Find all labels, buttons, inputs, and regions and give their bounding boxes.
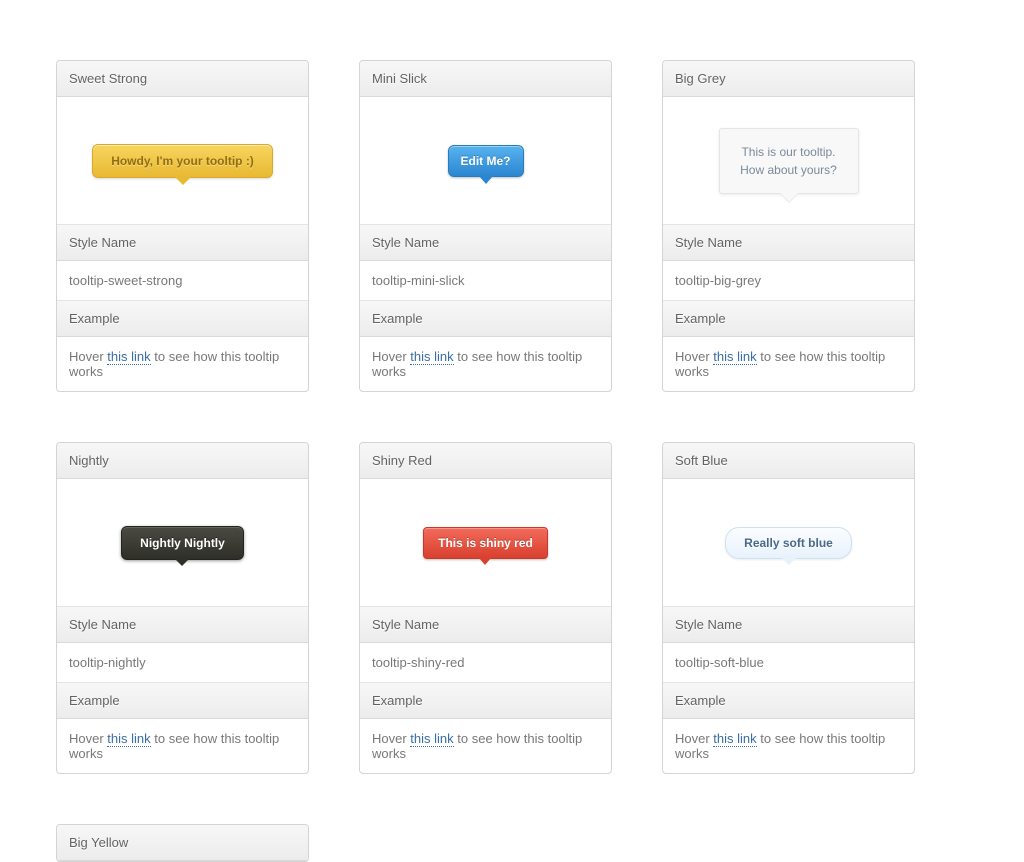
tooltip-arrow-icon: [175, 559, 189, 566]
tooltip-arrow-icon: [479, 558, 491, 565]
example-text-prefix: Hover: [69, 349, 107, 364]
example-body: Hover this link to see how this tooltip …: [360, 719, 611, 773]
style-name-header: Style Name: [360, 225, 611, 261]
tooltip-preview: This is our tooltip. How about yours?: [663, 97, 914, 225]
example-header: Example: [360, 683, 611, 719]
tooltip-preview: Really soft blue: [663, 479, 914, 607]
tooltip-text: Howdy, I'm your tooltip :): [111, 154, 254, 168]
tooltip-text: Really soft blue: [744, 536, 833, 550]
example-link[interactable]: this link: [410, 731, 453, 747]
example-body: Hover this link to see how this tooltip …: [663, 337, 914, 391]
tooltip-card: Mini Slick Edit Me? Style Nametooltip-mini…: [359, 60, 612, 392]
tooltip-arrow-icon: [782, 558, 796, 565]
style-name-value: tooltip-nightly: [57, 643, 308, 683]
example-header: Example: [57, 301, 308, 337]
tooltip-arrow-icon: [175, 177, 191, 185]
example-header: Example: [360, 301, 611, 337]
example-header: Example: [663, 683, 914, 719]
card-title: Big Yellow: [57, 825, 308, 861]
style-name-value: tooltip-soft-blue: [663, 643, 914, 683]
style-name-value: tooltip-sweet-strong: [57, 261, 308, 301]
example-text-prefix: Hover: [675, 731, 713, 746]
tooltip-preview: This is shiny red: [360, 479, 611, 607]
example-link[interactable]: this link: [107, 349, 150, 365]
card-title: Sweet Strong: [57, 61, 308, 97]
card-title: Nightly: [57, 443, 308, 479]
tooltip-card: Nightly Nightly Nightly Style Nametooltip-…: [56, 442, 309, 774]
example-body: Hover this link to see how this tooltip …: [57, 337, 308, 391]
tooltip-bubble: Howdy, I'm your tooltip :): [92, 144, 273, 178]
tooltip-card: Sweet Strong Howdy, I'm your tooltip :) St…: [56, 60, 309, 392]
tooltip-preview: Howdy, I'm your tooltip :): [57, 97, 308, 225]
tooltip-arrow-icon: [780, 193, 798, 202]
example-text-prefix: Hover: [372, 349, 410, 364]
example-link[interactable]: this link: [713, 731, 756, 747]
card-title: Soft Blue: [663, 443, 914, 479]
tooltip-bubble: This is our tooltip. How about yours?: [719, 128, 859, 194]
tooltip-text: This is shiny red: [438, 536, 533, 550]
style-name-header: Style Name: [57, 225, 308, 261]
style-name-value: tooltip-big-grey: [663, 261, 914, 301]
tooltip-text: Nightly Nightly: [140, 536, 225, 550]
tooltip-preview: Nightly Nightly: [57, 479, 308, 607]
style-name-header: Style Name: [663, 225, 914, 261]
example-link[interactable]: this link: [410, 349, 453, 365]
card-title: Big Grey: [663, 61, 914, 97]
example-body: Hover this link to see how this tooltip …: [360, 337, 611, 391]
card-title: Mini Slick: [360, 61, 611, 97]
tooltip-bubble: Nightly Nightly: [121, 526, 244, 560]
example-text-prefix: Hover: [675, 349, 713, 364]
tooltip-text: This is our tooltip. How about yours?: [740, 145, 837, 177]
tooltip-card: Big Yellow: [56, 824, 309, 862]
tooltip-preview: Edit Me?: [360, 97, 611, 225]
style-name-header: Style Name: [57, 607, 308, 643]
card-title: Shiny Red: [360, 443, 611, 479]
example-header: Example: [57, 683, 308, 719]
example-text-prefix: Hover: [372, 731, 410, 746]
tooltip-card: Soft Blue Really soft blue Style Nametoolt…: [662, 442, 915, 774]
example-text-prefix: Hover: [69, 731, 107, 746]
style-name-value: tooltip-shiny-red: [360, 643, 611, 683]
style-name-header: Style Name: [360, 607, 611, 643]
tooltip-bubble: Really soft blue: [725, 527, 852, 559]
example-link[interactable]: this link: [713, 349, 756, 365]
tooltip-text: Edit Me?: [461, 154, 511, 168]
example-body: Hover this link to see how this tooltip …: [663, 719, 914, 773]
style-name-header: Style Name: [663, 607, 914, 643]
example-body: Hover this link to see how this tooltip …: [57, 719, 308, 773]
tooltip-arrow-icon: [479, 176, 493, 184]
tooltip-bubble: This is shiny red: [423, 527, 548, 559]
tooltip-card: Big Grey This is our tooltip. How about y…: [662, 60, 915, 392]
style-name-value: tooltip-mini-slick: [360, 261, 611, 301]
example-header: Example: [663, 301, 914, 337]
tooltip-card: Shiny Red This is shiny red Style Nametool…: [359, 442, 612, 774]
example-link[interactable]: this link: [107, 731, 150, 747]
tooltip-bubble: Edit Me?: [448, 145, 524, 177]
